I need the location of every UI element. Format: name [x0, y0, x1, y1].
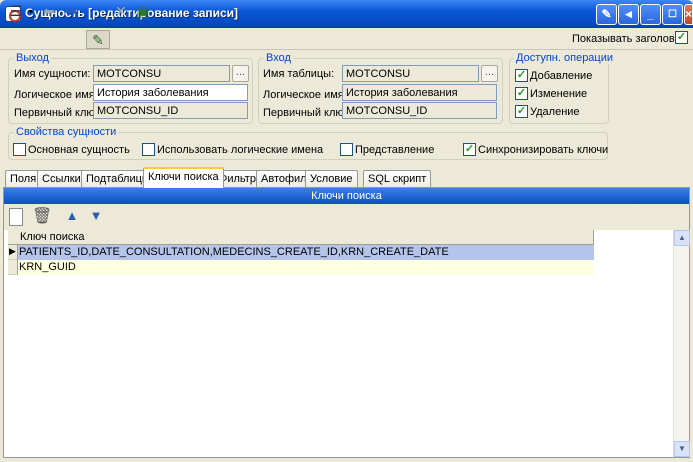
primary-key-label: Первичный ключ:: [14, 107, 104, 119]
input-primary-key-field[interactable]: MOTCONSU_ID: [342, 102, 497, 119]
operations-group-legend: Доступн. операции: [514, 52, 616, 64]
input-group-legend: Вход: [264, 52, 293, 64]
scroll-down-icon[interactable]: ▼: [674, 441, 690, 457]
input-logical-name-label: Логическое имя:: [263, 89, 347, 101]
use-logical-names-checkbox[interactable]: [142, 143, 155, 156]
add-label: Добавление: [530, 70, 593, 82]
maximize-button[interactable]: ☐: [662, 4, 683, 25]
table-row[interactable]: PATIENTS_ID,DATE_CONSULTATION,MEDECINS_C…: [18, 245, 594, 260]
search-keys-band: Ключи поиска: [4, 188, 689, 204]
scroll-up-icon[interactable]: ▲: [674, 230, 690, 246]
row-selector[interactable]: [8, 260, 18, 275]
back-icon[interactable]: ◄: [618, 4, 639, 25]
tab-sql-script[interactable]: SQL скрипт: [363, 170, 432, 187]
chevron-down-icon[interactable]: ▾: [27, 2, 35, 21]
edit-pencil-icon[interactable]: ✎: [86, 30, 110, 49]
current-row-marker-icon: ▶: [9, 246, 16, 256]
arrow-up-icon[interactable]: ▲: [64, 208, 80, 224]
columns-menu-icon[interactable]: ☰: [5, 2, 27, 21]
grid-header: Ключ поиска: [8, 230, 594, 245]
arrow-right-icon[interactable]: ➡: [62, 2, 80, 21]
vertical-scrollbar[interactable]: ▲ ▼: [673, 230, 690, 457]
view-label: Представление: [355, 144, 435, 156]
use-logical-names-label: Использовать логические имена: [157, 144, 324, 156]
input-logical-name-field[interactable]: История заболевания: [342, 84, 497, 101]
logical-name-field[interactable]: История заболевания: [93, 84, 248, 101]
close-button[interactable]: ×: [684, 4, 693, 25]
table-name-field[interactable]: MOTCONSU: [342, 65, 479, 82]
entity-name-field[interactable]: MOTCONSU: [93, 65, 230, 82]
column-header-search-key[interactable]: Ключ поиска: [20, 231, 85, 243]
logical-name-label: Логическое имя:: [14, 89, 98, 101]
entity-name-label: Имя сущности:: [14, 68, 91, 80]
view-checkbox[interactable]: [340, 143, 353, 156]
sync-keys-checkbox[interactable]: ✓: [463, 143, 476, 156]
tab-fields[interactable]: Поля: [5, 170, 42, 187]
search-keys-toolbar: [4, 204, 689, 230]
tab-links[interactable]: Ссылки: [37, 170, 86, 187]
delete-checkbox[interactable]: ✓: [515, 105, 528, 118]
search-keys-grid: Ключ поиска ▶ PATIENTS_ID,DATE_CONSULTAT…: [8, 230, 594, 276]
show-header-label: Показывать заголовок: [572, 33, 686, 45]
add-checkbox[interactable]: ✓: [515, 69, 528, 82]
main-entity-checkbox[interactable]: [13, 143, 26, 156]
row-selector[interactable]: ▶: [8, 245, 18, 260]
table-row[interactable]: KRN_GUID: [18, 260, 594, 275]
sync-keys-label: Синхронизировать ключи: [478, 144, 609, 156]
new-document-icon[interactable]: [9, 208, 23, 226]
tab-condition[interactable]: Условие: [305, 170, 358, 187]
tools-icon[interactable]: ✎: [596, 4, 617, 25]
table-name-browse-button[interactable]: ...: [481, 65, 498, 82]
edit-label: Изменение: [530, 88, 588, 100]
edit-checkbox[interactable]: ✓: [515, 87, 528, 100]
cancel-edit-icon[interactable]: ✕: [112, 2, 130, 21]
table-name-label: Имя таблицы:: [263, 68, 335, 80]
input-primary-key-label: Первичный ключ:: [263, 107, 353, 119]
arrow-left-icon[interactable]: ⬅: [40, 2, 58, 21]
trash-icon[interactable]: 🗑: [32, 206, 52, 226]
main-entity-label: Основная сущность: [28, 144, 130, 156]
properties-group-legend: Свойства сущности: [14, 126, 119, 138]
delete-label: Удаление: [530, 106, 580, 118]
minimize-button[interactable]: _: [640, 4, 661, 25]
primary-key-field[interactable]: MOTCONSU_ID: [93, 102, 248, 119]
tab-search-keys[interactable]: Ключи поиска: [143, 167, 224, 188]
show-header-checkbox[interactable]: ✓: [675, 31, 688, 44]
arrow-down-icon[interactable]: ▼: [88, 208, 104, 224]
output-group-legend: Выход: [14, 52, 51, 64]
entity-name-browse-button[interactable]: ...: [232, 65, 249, 82]
save-icon[interactable]: ▣: [134, 2, 152, 21]
